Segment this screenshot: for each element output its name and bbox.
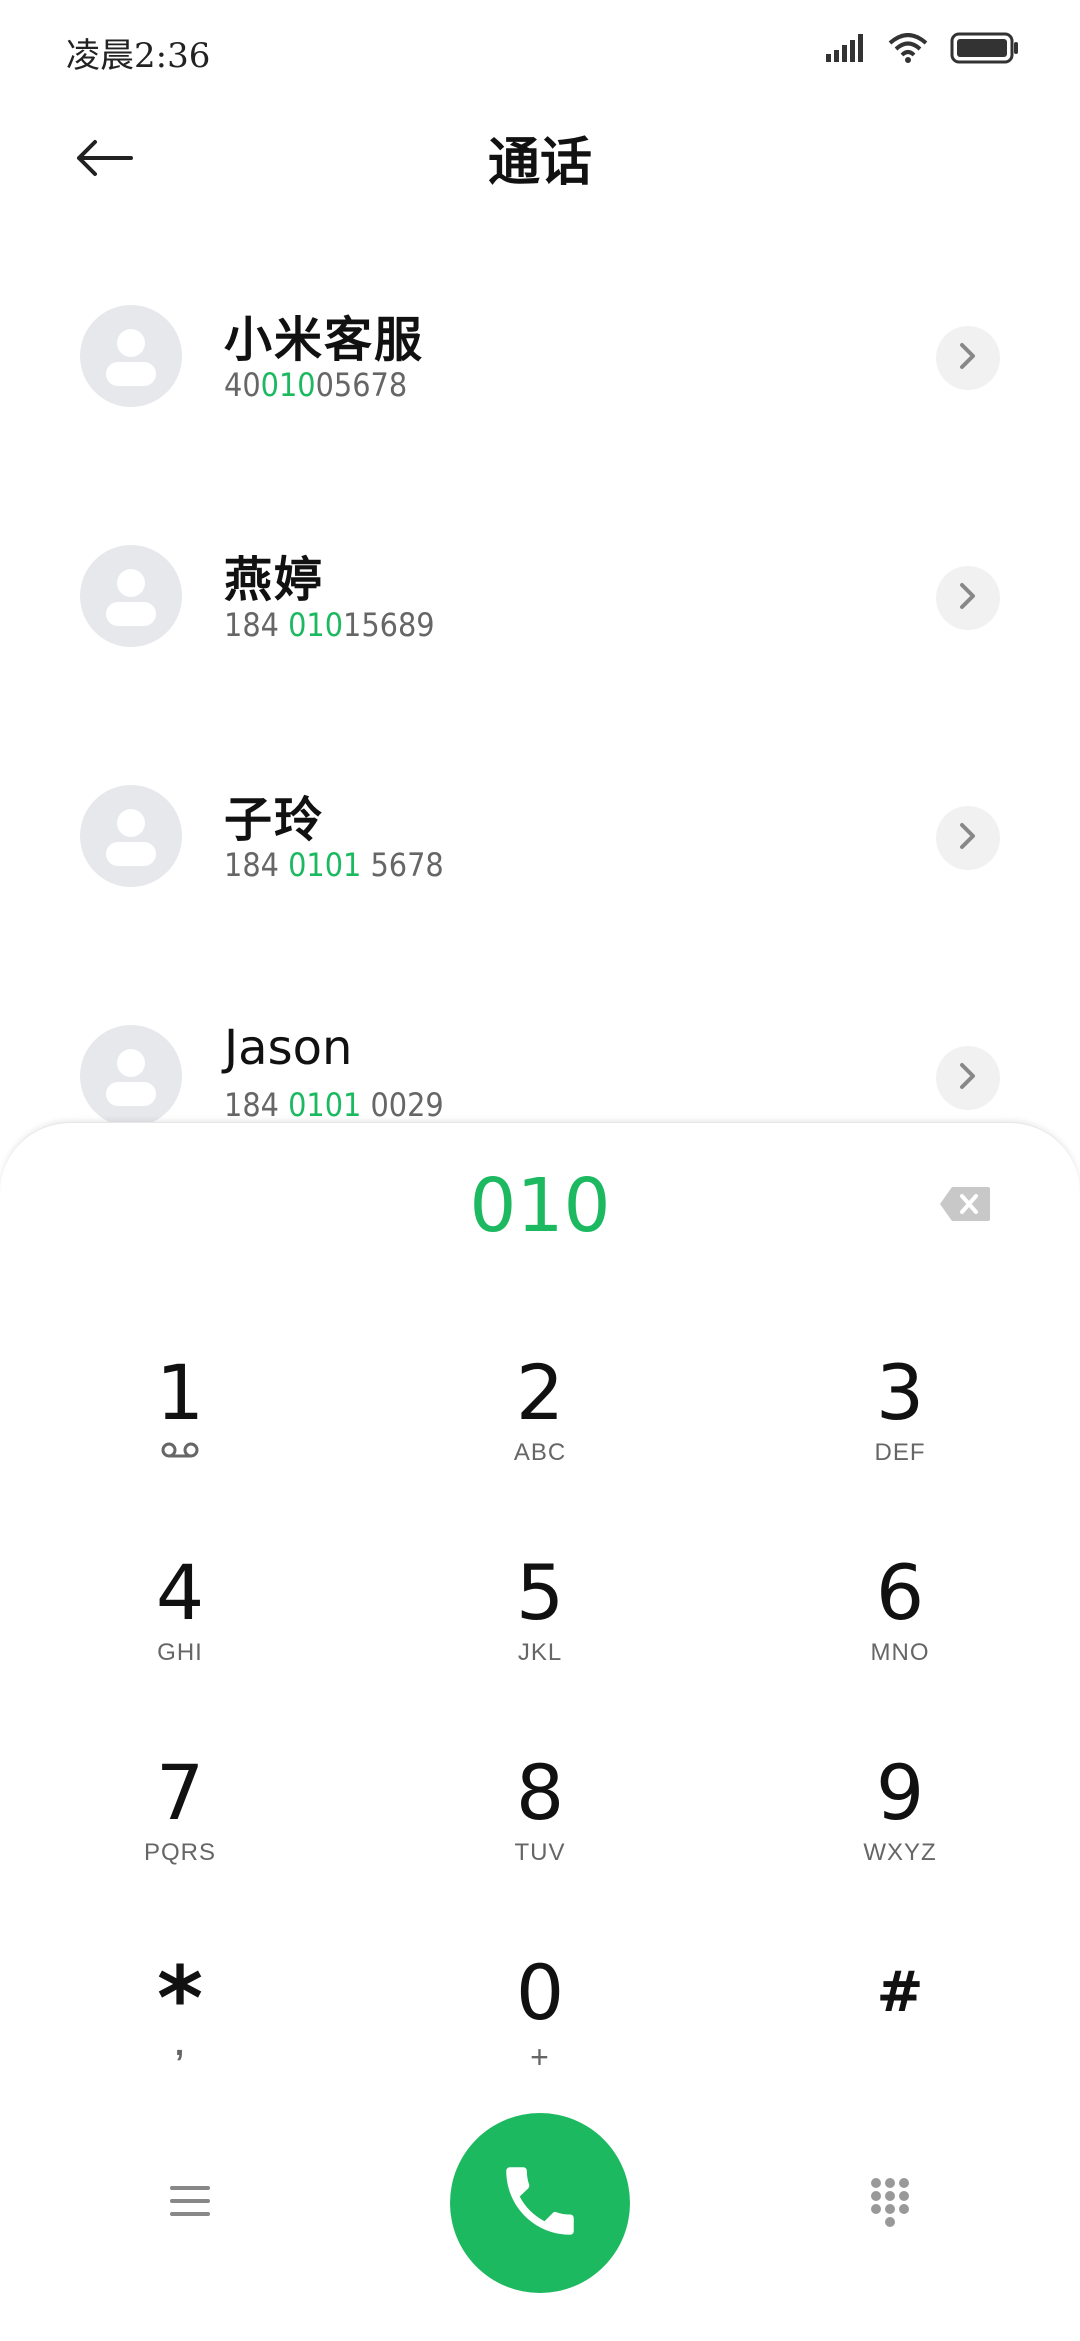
keypad-icon <box>868 2175 912 2233</box>
chevron-right-icon <box>958 341 978 375</box>
key-1[interactable]: 1 <box>30 1343 330 1523</box>
key-hash[interactable]: # <box>750 1943 1050 2123</box>
chevron-right-icon <box>958 581 978 615</box>
chevron-right-icon <box>958 821 978 855</box>
backspace-icon <box>938 1187 992 1227</box>
key-star[interactable]: * , <box>30 1943 330 2123</box>
contact-number: 184 0101 5678 <box>224 846 444 884</box>
key-4[interactable]: 4 GHI <box>30 1543 330 1723</box>
menu-icon <box>168 2183 212 2223</box>
contact-detail-button[interactable] <box>936 566 1000 630</box>
contact-number: 184 0101 0029 <box>224 1086 444 1124</box>
key-9[interactable]: 9 WXYZ <box>750 1743 1050 1923</box>
contact-name: 小米客服 <box>224 312 425 368</box>
key-5[interactable]: 5 JKL <box>390 1543 690 1723</box>
contact-name: 子玲 <box>224 792 325 848</box>
contact-detail-button[interactable] <box>936 1046 1000 1110</box>
number-match-highlight: 010 <box>288 606 344 644</box>
key-6[interactable]: 6 MNO <box>750 1543 1050 1723</box>
dial-input-display[interactable]: 010 <box>0 1163 1080 1249</box>
keypad-toggle-button[interactable] <box>860 2169 920 2239</box>
key-0[interactable]: 0 + <box>390 1943 690 2123</box>
key-7[interactable]: 7 PQRS <box>30 1743 330 1923</box>
dialer-actions <box>0 2101 1080 2301</box>
key-8[interactable]: 8 TUV <box>390 1743 690 1923</box>
contact-name: Jason <box>224 1020 353 1076</box>
menu-button[interactable] <box>155 2173 225 2233</box>
contact-row[interactable]: 子玲 184 0101 5678 <box>0 720 1080 920</box>
status-icons <box>826 32 1020 68</box>
contact-number: 4001005678 <box>224 366 408 404</box>
avatar <box>80 545 182 647</box>
contact-row[interactable]: 燕婷 184 01015689 <box>0 480 1080 680</box>
key-2[interactable]: 2 ABC <box>390 1343 690 1523</box>
backspace-button[interactable] <box>938 1185 992 1223</box>
header: 通话 <box>0 110 1080 200</box>
avatar <box>80 1025 182 1127</box>
dialer-panel: 010 1 2 ABC 3 DEF 4 GHI 5 JKL 6 MNO 7 PQ… <box>0 1122 1080 2341</box>
number-match-highlight: 0101 <box>288 1086 362 1124</box>
chevron-right-icon <box>958 1061 978 1095</box>
number-match-highlight: 010 <box>260 366 316 404</box>
status-time: 凌晨2:36 <box>66 36 211 76</box>
contact-row[interactable]: 小米客服 4001005678 <box>0 240 1080 440</box>
contact-detail-button[interactable] <box>936 326 1000 390</box>
voicemail-icon <box>159 1441 201 1463</box>
contact-number: 184 01015689 <box>224 606 435 644</box>
call-button[interactable] <box>450 2113 630 2293</box>
signal-icon <box>826 34 866 66</box>
contact-detail-button[interactable] <box>936 806 1000 870</box>
number-match-highlight: 0101 <box>288 846 362 884</box>
status-bar: 凌晨2:36 <box>0 0 1080 100</box>
page-title: 通话 <box>487 132 592 193</box>
avatar <box>80 785 182 887</box>
wifi-icon <box>888 33 928 67</box>
phone-icon <box>495 2156 585 2250</box>
battery-icon <box>950 32 1020 68</box>
key-3[interactable]: 3 DEF <box>750 1343 1050 1523</box>
contact-name: 燕婷 <box>224 552 325 608</box>
avatar <box>80 305 182 407</box>
